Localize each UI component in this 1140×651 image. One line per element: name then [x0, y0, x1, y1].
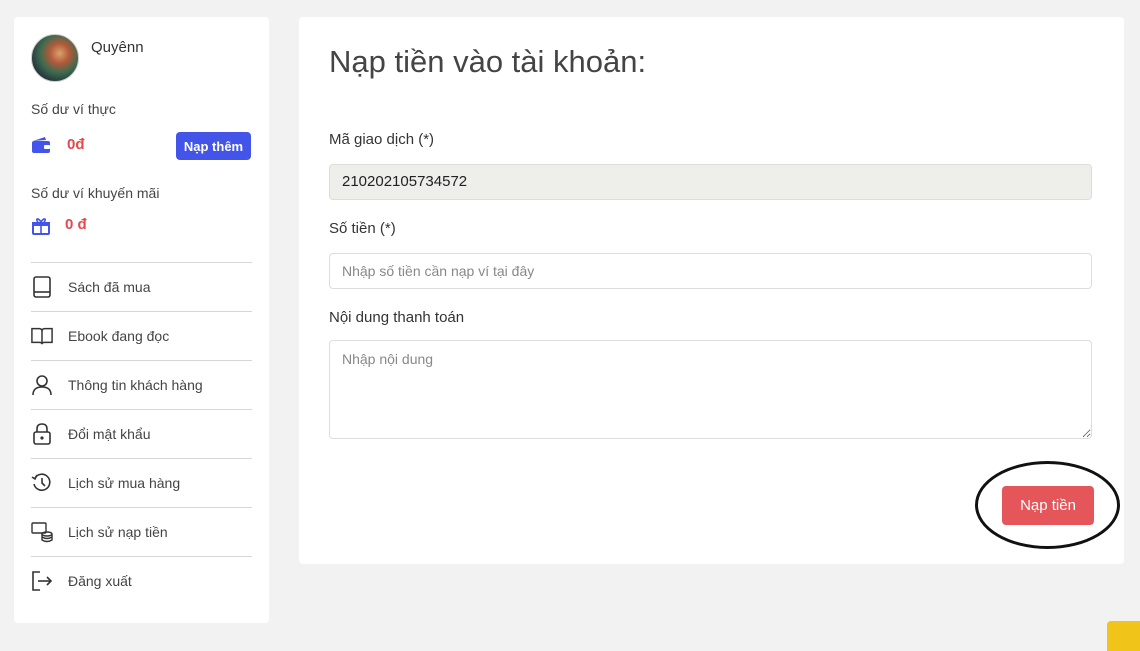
menu-item-label: Đổi mật khẩu — [68, 426, 151, 442]
page-title: Nạp tiền vào tài khoản: — [329, 44, 647, 79]
menu-item-customer-info[interactable]: Thông tin khách hàng — [31, 360, 252, 409]
wallet-balance-amount: 0đ — [67, 136, 85, 153]
avatar[interactable] — [31, 34, 79, 82]
menu-item-purchase-history[interactable]: Lịch sử mua hàng — [31, 458, 252, 507]
gift-icon — [32, 218, 50, 235]
promo-balance-amount: 0 đ — [65, 216, 87, 233]
transaction-code-field: 210202105734572 — [329, 164, 1092, 200]
user-icon — [31, 374, 53, 396]
history-icon — [31, 472, 53, 494]
payment-content-label: Nội dung thanh toán — [329, 309, 465, 326]
amount-input[interactable] — [329, 253, 1092, 289]
menu-item-label: Lịch sử mua hàng — [68, 475, 181, 491]
corner-widget[interactable] — [1107, 621, 1140, 651]
menu-item-change-password[interactable]: Đổi mật khẩu — [31, 409, 252, 458]
transaction-code-label: Mã giao dịch (*) — [329, 131, 435, 148]
menu-item-label: Sách đã mua — [68, 279, 151, 295]
payment-content-textarea[interactable] — [329, 340, 1092, 439]
highlight-annotation — [975, 461, 1120, 549]
menu-item-label: Thông tin khách hàng — [68, 377, 203, 393]
wallet-balance-label: Số dư ví thực — [31, 101, 116, 117]
coins-icon — [31, 521, 53, 543]
lock-icon — [31, 423, 53, 445]
account-menu: Sách đã mua Ebook đang đọc Thông tin khá… — [31, 262, 252, 605]
menu-item-logout[interactable]: Đăng xuất — [31, 556, 252, 605]
menu-item-label: Lịch sử nạp tiền — [68, 524, 168, 540]
amount-label: Số tiền (*) — [329, 220, 396, 237]
menu-item-topup-history[interactable]: Lịch sử nạp tiền — [31, 507, 252, 556]
menu-item-label: Đăng xuất — [68, 573, 132, 589]
menu-item-reading-ebooks[interactable]: Ebook đang đọc — [31, 311, 252, 360]
account-sidebar: Quyênn Số dư ví thực 0đ Nạp thêm Số dư v… — [14, 17, 269, 623]
menu-item-label: Ebook đang đọc — [68, 328, 170, 344]
topup-button[interactable]: Nạp thêm — [176, 132, 251, 160]
menu-item-purchased-books[interactable]: Sách đã mua — [31, 262, 252, 311]
promo-balance-label: Số dư ví khuyến mãi — [31, 185, 160, 201]
open-book-icon — [31, 325, 53, 347]
book-icon — [31, 276, 53, 298]
wallet-icon — [32, 137, 50, 153]
username: Quyênn — [91, 39, 144, 56]
logout-icon — [31, 570, 53, 592]
